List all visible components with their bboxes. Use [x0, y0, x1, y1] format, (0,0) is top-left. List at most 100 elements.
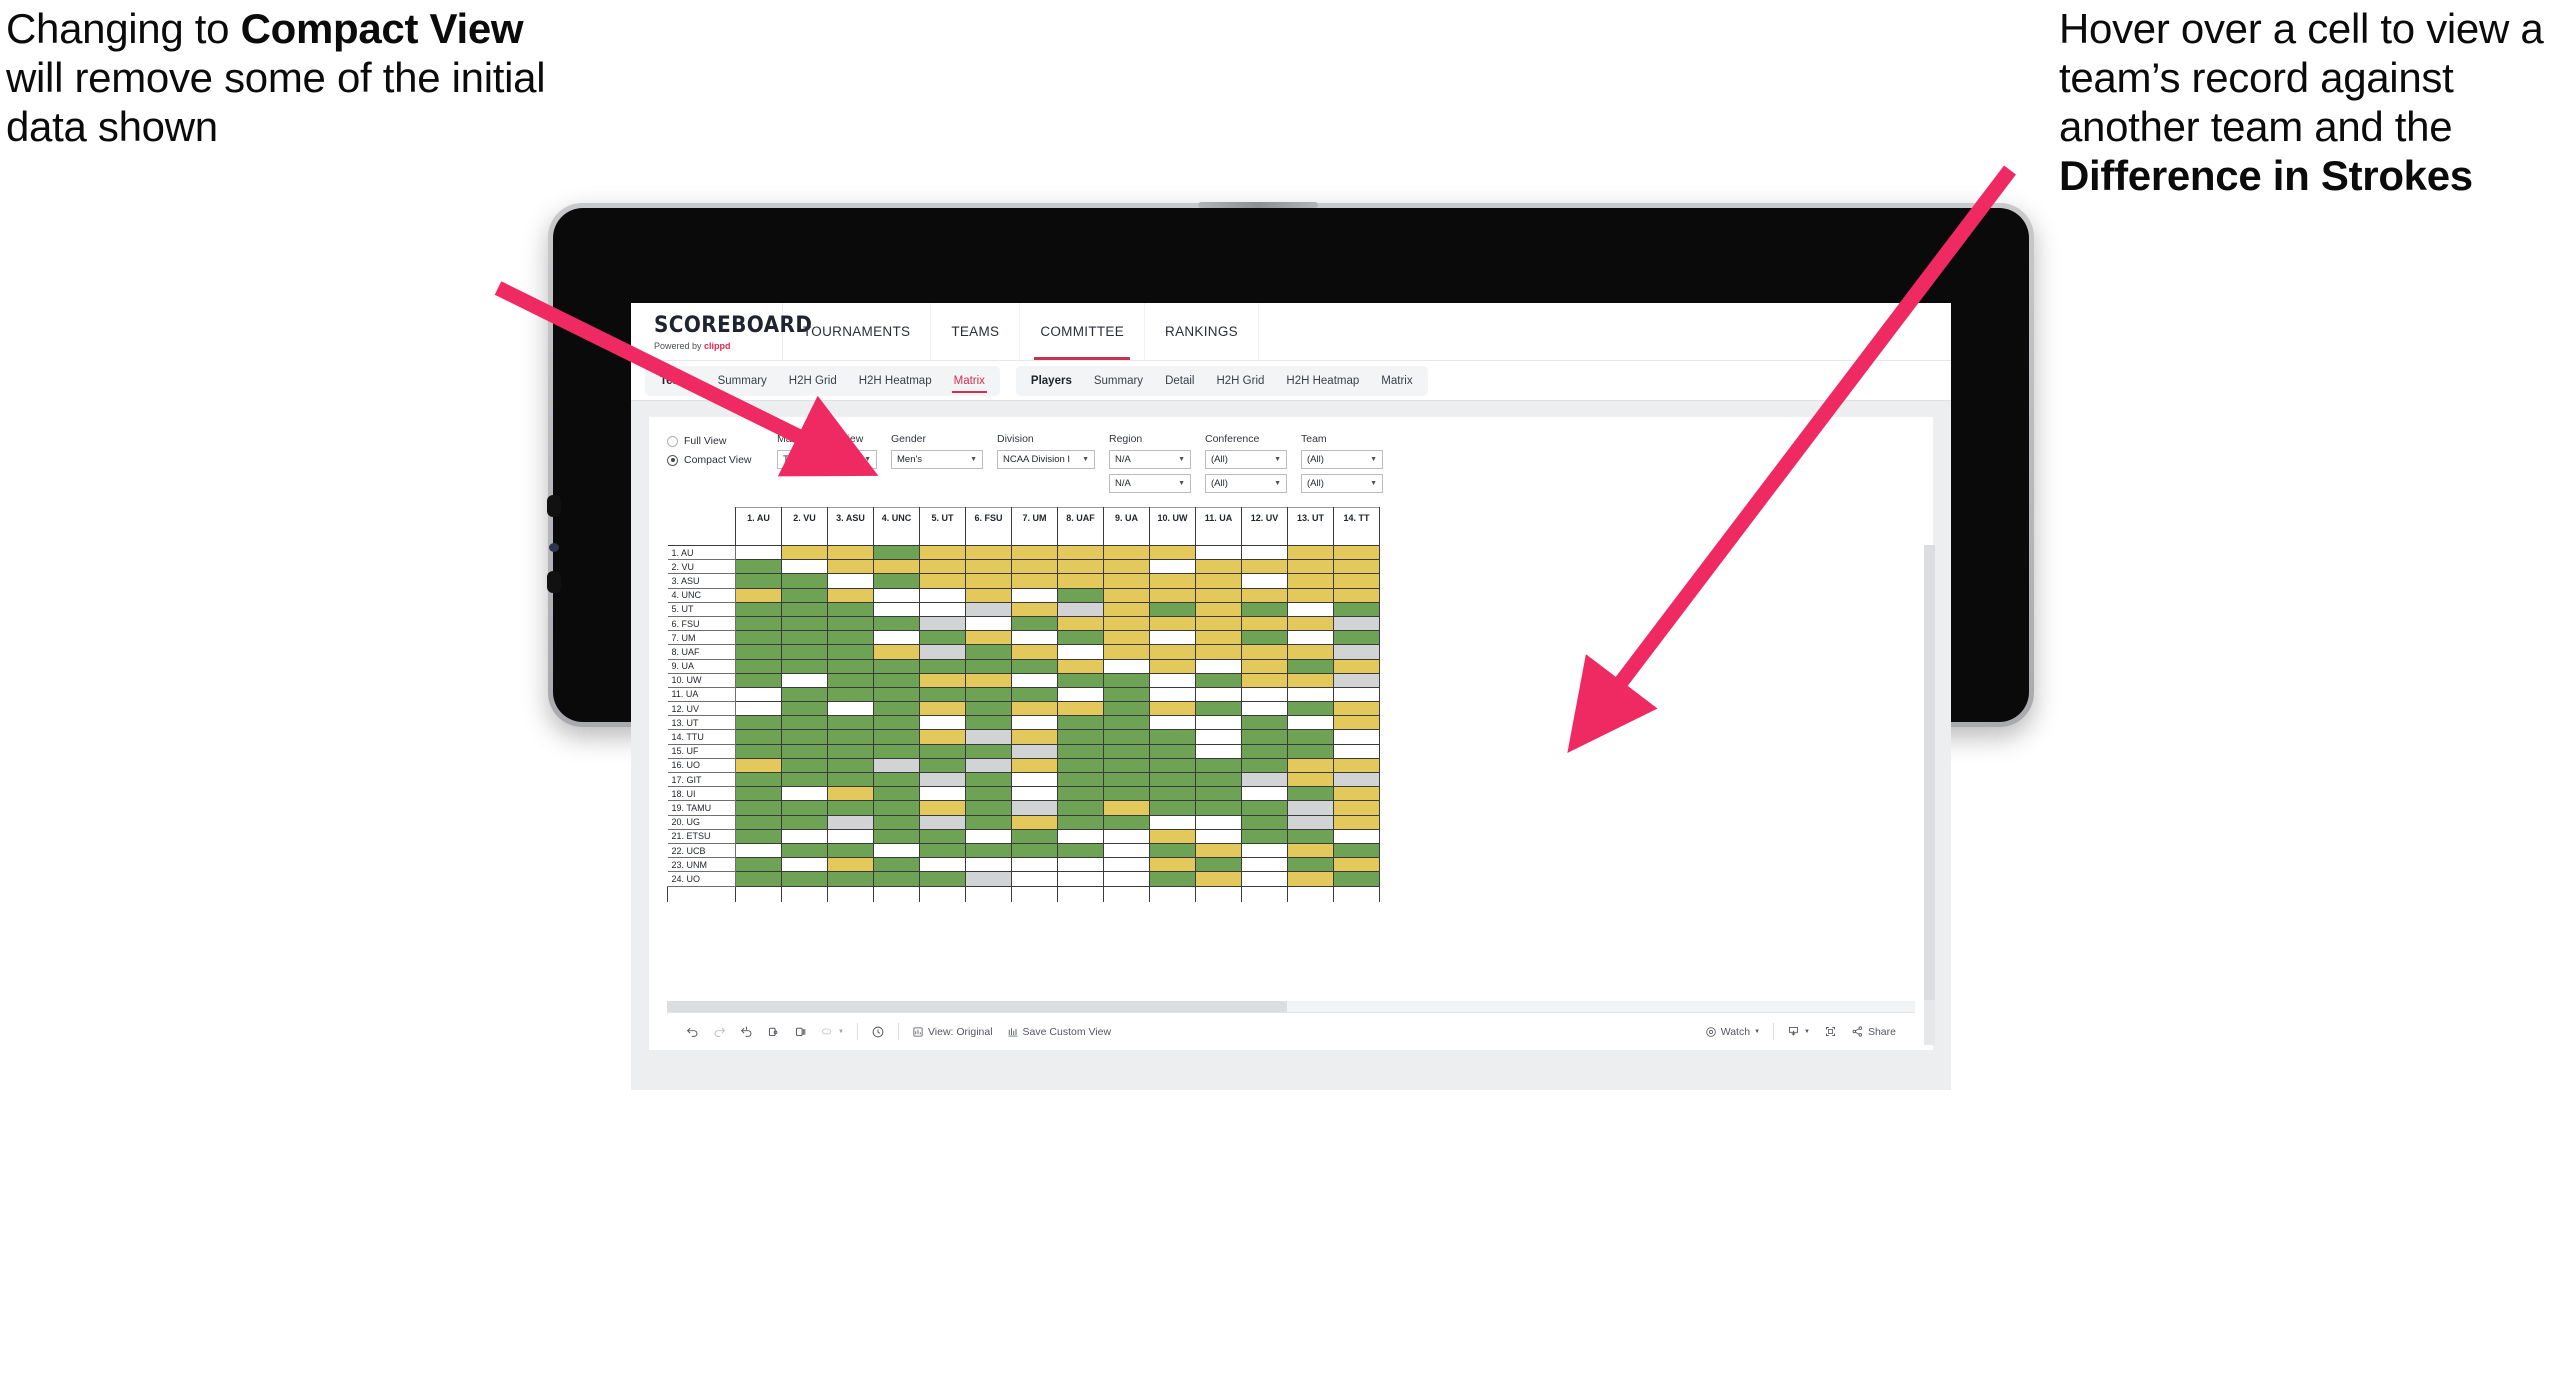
matrix-cell[interactable] [1241, 601, 1288, 617]
matrix-cell[interactable] [1103, 644, 1150, 660]
matrix-cell[interactable] [965, 672, 1012, 688]
matrix-cell[interactable] [1149, 814, 1196, 830]
matrix-cell[interactable] [873, 771, 920, 788]
matrix-cell[interactable] [1287, 729, 1334, 745]
matrix-cell[interactable] [781, 544, 828, 561]
matrix-cell[interactable] [873, 644, 920, 660]
matrix-cell[interactable] [965, 686, 1012, 703]
matrix-cell[interactable] [873, 800, 920, 816]
matrix-row-header[interactable]: 10. UW [667, 672, 736, 688]
matrix-cell[interactable] [1195, 686, 1242, 703]
matrix-cell[interactable] [1057, 544, 1104, 561]
matrix-cell[interactable] [1195, 630, 1242, 646]
matrix-cell[interactable] [965, 573, 1012, 589]
matrix-column-header[interactable]: 3. ASU [827, 507, 874, 546]
matrix-cell[interactable] [873, 672, 920, 688]
matrix-cell[interactable] [1333, 743, 1380, 759]
matrix-cell[interactable] [1103, 800, 1150, 816]
matrix-cell[interactable] [781, 644, 828, 660]
matrix-cell[interactable] [735, 601, 782, 617]
matrix-row-header[interactable]: 2. VU [667, 559, 736, 575]
matrix-row-header[interactable]: 7. UM [667, 630, 736, 646]
matrix-cell[interactable] [1287, 871, 1334, 887]
matrix-column-header[interactable]: 4. UNC [873, 507, 920, 546]
matrix-cell[interactable] [873, 743, 920, 759]
matrix-cell[interactable] [1195, 729, 1242, 745]
matrix-cell[interactable] [827, 573, 874, 589]
matrix-cell[interactable] [1011, 672, 1058, 688]
matrix-row-header[interactable]: 1. AU [667, 544, 736, 561]
matrix-cell[interactable] [873, 587, 920, 603]
matrix-cell[interactable] [735, 573, 782, 589]
matrix-cell[interactable] [1333, 701, 1380, 717]
horizontal-scrollbar[interactable] [667, 1001, 1915, 1012]
matrix-cell[interactable] [919, 814, 966, 830]
matrix-cell[interactable] [1149, 686, 1196, 703]
matrix-cell[interactable] [1287, 743, 1334, 759]
matrix-cell[interactable] [1057, 771, 1104, 788]
matrix-cell[interactable] [1011, 587, 1058, 603]
matrix-cell[interactable] [1287, 615, 1334, 632]
matrix-cell[interactable] [1195, 857, 1242, 873]
matrix-cell[interactable] [1011, 644, 1058, 660]
vertical-scrollbar[interactable] [1924, 545, 1935, 1045]
matrix-cell[interactable] [919, 587, 966, 603]
matrix-cell[interactable] [965, 743, 1012, 759]
matrix-cell[interactable] [735, 701, 782, 717]
matrix-cell[interactable] [1103, 715, 1150, 731]
matrix-cell[interactable] [1057, 842, 1104, 859]
matrix-cell[interactable] [735, 644, 782, 660]
matrix-cell[interactable] [919, 757, 966, 774]
matrix-row-header[interactable]: 16. UO [667, 757, 736, 774]
matrix-cell[interactable] [1149, 587, 1196, 603]
matrix-cell[interactable] [735, 800, 782, 816]
matrix-cell[interactable] [735, 559, 782, 575]
matrix-cell[interactable] [827, 559, 874, 575]
nav-item-tournaments[interactable]: TOURNAMENTS [783, 303, 932, 360]
matrix-cell[interactable] [873, 828, 920, 844]
matrix-cell[interactable] [1333, 672, 1380, 688]
matrix-cell[interactable] [873, 757, 920, 774]
matrix-row-header[interactable]: 13. UT [667, 715, 736, 731]
select-team-1[interactable]: (All) ▼ [1301, 450, 1383, 469]
download-button[interactable]: ▼ [1780, 1025, 1817, 1038]
matrix-row-header[interactable]: 5. UT [667, 601, 736, 617]
horizontal-scrollbar-thumb[interactable] [667, 1001, 1287, 1012]
matrix-cell[interactable] [919, 842, 966, 859]
matrix-cell[interactable] [1149, 701, 1196, 717]
matrix-cell[interactable] [1333, 842, 1380, 859]
matrix-cell[interactable] [1057, 658, 1104, 674]
select-region-2[interactable]: N/A ▼ [1109, 474, 1191, 493]
matrix-cell[interactable] [1057, 828, 1104, 844]
matrix-cell[interactable] [1057, 587, 1104, 603]
vertical-scrollbar-thumb[interactable] [1924, 545, 1935, 1000]
matrix-cell[interactable] [1287, 814, 1334, 830]
matrix-container[interactable]: 1. AU 2. VU 3. ASU 4. UNC 5. UT 6. FSU 7. UM 8.… [667, 507, 1935, 1045]
matrix-cell[interactable] [1195, 701, 1242, 717]
matrix-cell[interactable] [827, 786, 874, 802]
matrix-cell[interactable] [1149, 644, 1196, 660]
tab-teams-matrix[interactable]: Matrix [943, 366, 996, 396]
matrix-cell[interactable] [1149, 857, 1196, 873]
select-conference-2[interactable]: (All) ▼ [1205, 474, 1287, 493]
matrix-cell[interactable] [1241, 686, 1288, 703]
matrix-cell[interactable] [965, 644, 1012, 660]
matrix-cell[interactable] [1287, 828, 1334, 844]
matrix-cell[interactable] [1195, 771, 1242, 788]
matrix-cell[interactable] [781, 630, 828, 646]
matrix-cell[interactable] [827, 743, 874, 759]
matrix-cell[interactable] [965, 601, 1012, 617]
matrix-cell[interactable] [1103, 842, 1150, 859]
matrix-cell[interactable] [919, 672, 966, 688]
matrix-cell[interactable] [965, 857, 1012, 873]
matrix-cell[interactable] [827, 729, 874, 745]
matrix-cell[interactable] [1241, 800, 1288, 816]
matrix-cell[interactable] [1103, 729, 1150, 745]
matrix-cell[interactable] [1241, 587, 1288, 603]
matrix-cell[interactable] [1333, 686, 1380, 703]
matrix-cell[interactable] [1333, 729, 1380, 745]
nav-item-teams[interactable]: TEAMS [931, 303, 1021, 360]
matrix-cell[interactable] [1195, 544, 1242, 561]
matrix-cell[interactable] [873, 686, 920, 703]
matrix-cell[interactable] [1241, 771, 1288, 788]
